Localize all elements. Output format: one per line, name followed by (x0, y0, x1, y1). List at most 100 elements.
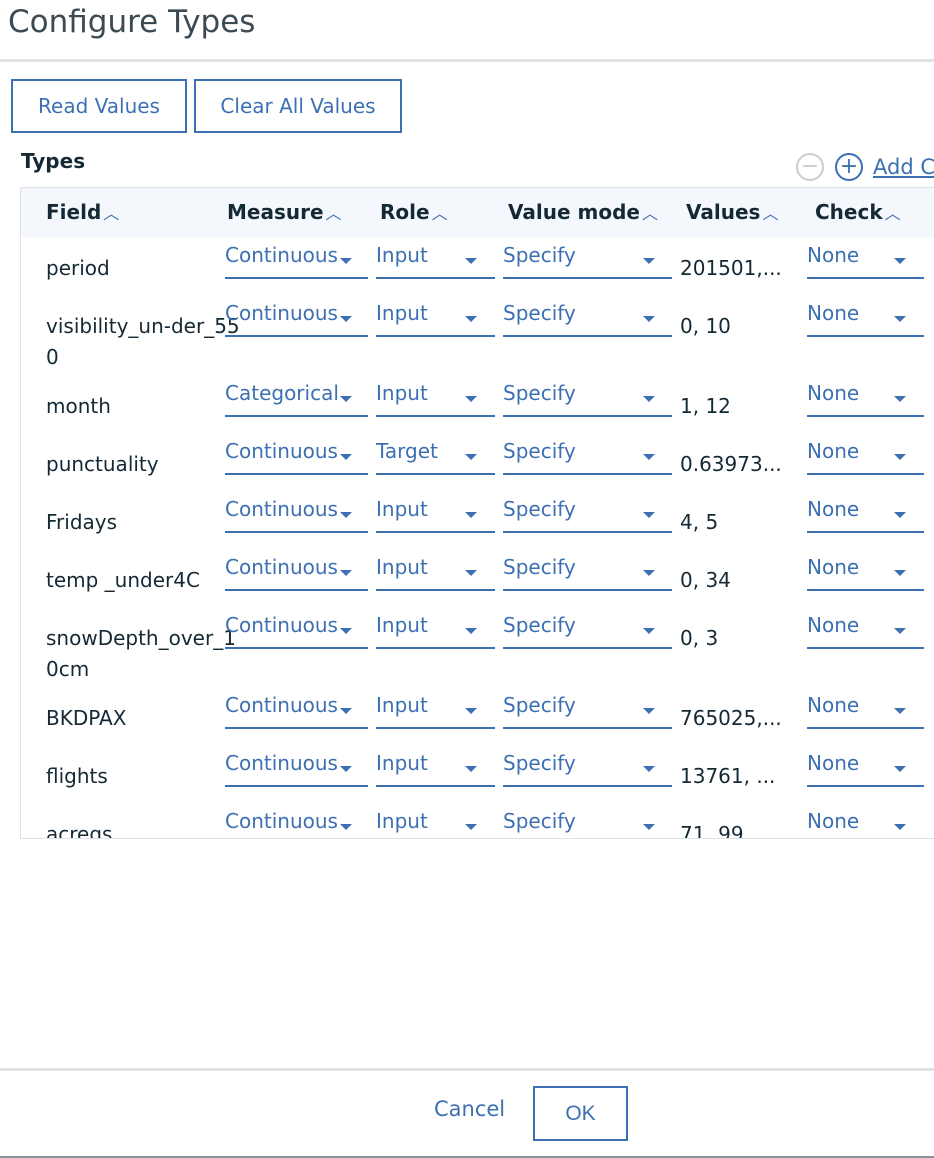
ok-button[interactable]: OK (533, 1086, 628, 1141)
value-mode-dropdown[interactable]: Specify (503, 553, 672, 591)
measure-value: Continuous (225, 751, 338, 775)
role-value: Input (376, 809, 428, 833)
check-value: None (807, 555, 860, 579)
value-mode-value: Specify (503, 439, 576, 463)
caret-down-icon (894, 512, 906, 518)
check-dropdown[interactable]: None (807, 437, 924, 475)
caret-down-icon (465, 258, 477, 264)
caret-down-icon (340, 396, 352, 402)
check-value: None (807, 497, 860, 521)
measure-value: Continuous (225, 439, 338, 463)
check-dropdown[interactable]: None (807, 553, 924, 591)
role-dropdown[interactable]: Target (376, 437, 495, 475)
role-dropdown[interactable]: Input (376, 611, 495, 649)
dialog-title: Configure Types (8, 4, 256, 40)
caret-down-icon (894, 824, 906, 830)
field-name: period (46, 256, 110, 280)
table-header: Field ︿ Measure ︿ Role ︿ Value mode ︿ Values… (21, 187, 934, 238)
values-cell: 201501,... (680, 256, 782, 280)
measure-dropdown[interactable]: Continuous (225, 299, 368, 337)
measure-dropdown[interactable]: Continuous (225, 749, 368, 787)
caret-down-icon (643, 454, 655, 460)
caret-down-icon (340, 766, 352, 772)
check-dropdown[interactable]: None (807, 299, 924, 337)
title-divider (0, 59, 934, 62)
role-dropdown[interactable]: Input (376, 379, 495, 417)
caret-down-icon (643, 512, 655, 518)
check-dropdown[interactable]: None (807, 241, 924, 279)
measure-dropdown[interactable]: Continuous (225, 553, 368, 591)
caret-down-icon (340, 628, 352, 634)
value-mode-dropdown[interactable]: Specify (503, 241, 672, 279)
caret-down-icon (465, 766, 477, 772)
cancel-button[interactable]: Cancel (434, 1097, 505, 1121)
check-value: None (807, 693, 860, 717)
role-dropdown[interactable]: Input (376, 299, 495, 337)
caret-down-icon (465, 454, 477, 460)
caret-down-icon (340, 316, 352, 322)
value-mode-dropdown[interactable]: Specify (503, 437, 672, 475)
measure-dropdown[interactable]: Continuous (225, 495, 368, 533)
role-dropdown[interactable]: Input (376, 749, 495, 787)
header-value-mode[interactable]: Value mode ︿ (508, 200, 658, 224)
role-dropdown[interactable]: Input (376, 691, 495, 729)
check-dropdown[interactable]: None (807, 749, 924, 787)
role-dropdown[interactable]: Input (376, 807, 495, 838)
values-cell: 13761, ... (680, 764, 776, 788)
field-name: punctuality (46, 452, 159, 476)
clear-all-values-button[interactable]: Clear All Values (194, 79, 402, 133)
value-mode-dropdown[interactable]: Specify (503, 749, 672, 787)
measure-dropdown[interactable]: Continuous (225, 437, 368, 475)
caret-down-icon (643, 708, 655, 714)
caret-down-icon (465, 512, 477, 518)
plus-circle-icon[interactable]: + (835, 153, 863, 181)
role-value: Input (376, 497, 428, 521)
check-dropdown[interactable]: None (807, 379, 924, 417)
measure-dropdown[interactable]: Continuous (225, 691, 368, 729)
measure-dropdown[interactable]: Continuous (225, 807, 368, 838)
header-check[interactable]: Check ︿ (815, 200, 901, 224)
values-cell: 0, 10 (680, 314, 731, 338)
values-cell: 71, 99 (680, 822, 744, 839)
minus-circle-icon[interactable]: − (796, 153, 824, 181)
table-row: BKDPAX Continuous Input Specify 765025,... No… (21, 687, 934, 746)
value-mode-dropdown[interactable]: Specify (503, 611, 672, 649)
check-dropdown[interactable]: None (807, 691, 924, 729)
measure-value: Continuous (225, 555, 338, 579)
table-row: flights Continuous Input Specify 13761, ... N… (21, 745, 934, 804)
role-value: Input (376, 301, 428, 325)
measure-dropdown[interactable]: Categorical (225, 379, 368, 417)
value-mode-dropdown[interactable]: Specify (503, 495, 672, 533)
values-cell: 1, 12 (680, 394, 731, 418)
role-dropdown[interactable]: Input (376, 495, 495, 533)
sort-up-icon: ︿ (431, 204, 448, 223)
value-mode-dropdown[interactable]: Specify (503, 379, 672, 417)
caret-down-icon (643, 570, 655, 576)
value-mode-dropdown[interactable]: Specify (503, 691, 672, 729)
check-dropdown[interactable]: None (807, 807, 924, 838)
check-dropdown[interactable]: None (807, 495, 924, 533)
header-values[interactable]: Values ︿ (686, 200, 778, 224)
value-mode-dropdown[interactable]: Specify (503, 807, 672, 838)
read-values-button[interactable]: Read Values (11, 79, 187, 133)
measure-dropdown[interactable]: Continuous (225, 611, 368, 649)
header-measure[interactable]: Measure ︿ (227, 200, 342, 224)
value-mode-value: Specify (503, 693, 576, 717)
add-column-link[interactable]: Add Co (873, 155, 934, 179)
value-mode-dropdown[interactable]: Specify (503, 299, 672, 337)
header-field[interactable]: Field ︿ (46, 200, 119, 224)
measure-dropdown[interactable]: Continuous (225, 241, 368, 279)
check-value: None (807, 613, 860, 637)
header-role[interactable]: Role ︿ (380, 200, 448, 224)
check-dropdown[interactable]: None (807, 611, 924, 649)
measure-value: Continuous (225, 243, 338, 267)
value-mode-value: Specify (503, 497, 576, 521)
role-value: Input (376, 693, 428, 717)
caret-down-icon (340, 570, 352, 576)
role-dropdown[interactable]: Input (376, 241, 495, 279)
values-cell: 765025,... (680, 706, 782, 730)
value-mode-value: Specify (503, 301, 576, 325)
caret-down-icon (465, 628, 477, 634)
caret-down-icon (340, 824, 352, 830)
role-dropdown[interactable]: Input (376, 553, 495, 591)
